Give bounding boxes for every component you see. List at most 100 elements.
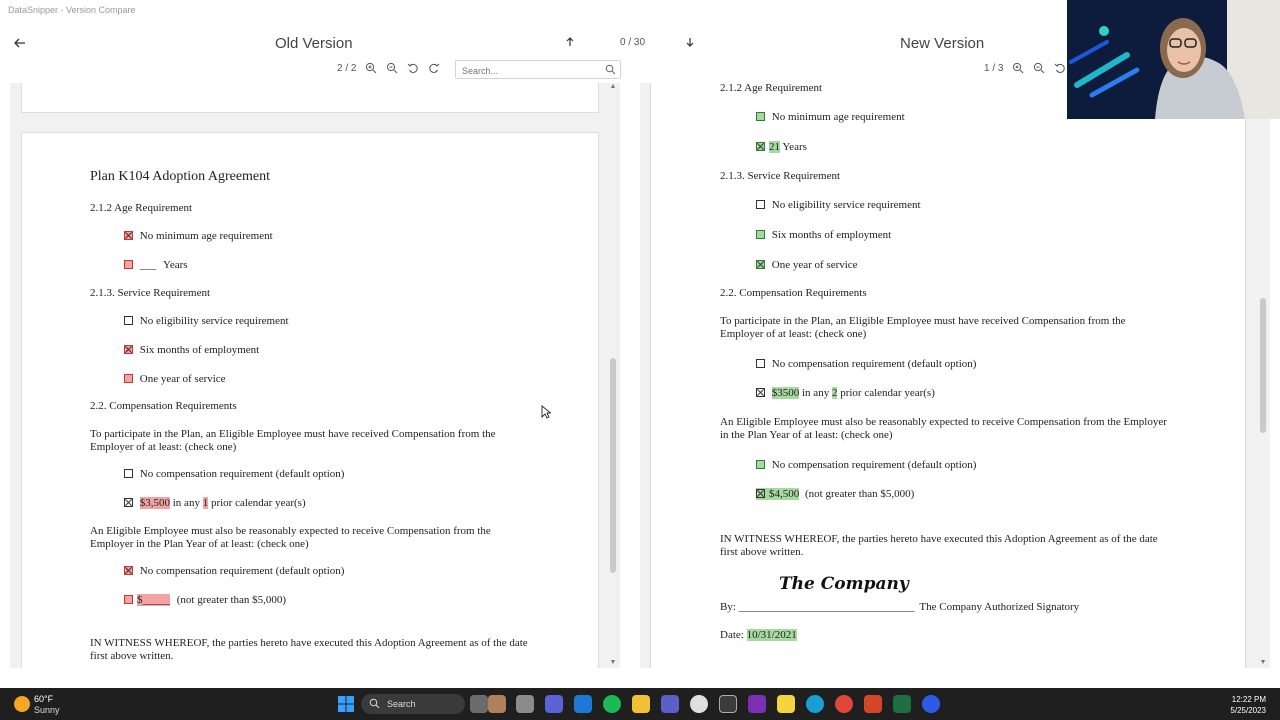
system-clock[interactable]: 12:22 PM 5/25/2023 [1230, 694, 1266, 716]
list-item: One year of service [756, 259, 858, 272]
rotate-left-icon[interactable] [1054, 62, 1066, 74]
list-item: No compensation requirement (default opt… [124, 468, 344, 481]
new-document-viewer[interactable]: 2.1.2 Age Requirement No minimum age req… [640, 83, 1270, 668]
arrow-up-icon [566, 37, 574, 46]
previous-difference-button[interactable] [566, 37, 574, 50]
search-input[interactable] [456, 62, 596, 80]
old-document-viewer[interactable]: Plan K104 Adoption Agreement 2.1.2 Age R… [10, 83, 620, 668]
old-toolbar: 2 / 2 [337, 62, 440, 74]
checkbox-added [756, 112, 765, 121]
scroll-up-arrow[interactable]: ▲ [609, 83, 617, 90]
scroll-down-arrow[interactable]: ▼ [609, 659, 617, 666]
weather-sun-icon[interactable] [14, 696, 30, 712]
section-heading: 2.1.2 Age Requirement [90, 202, 193, 214]
added-date: 10/31/2021 [746, 629, 797, 641]
windows-taskbar: 60°F Sunny Search 12:22 PM 5/25/2023 [0, 688, 1280, 720]
added-years: 21 [769, 141, 780, 153]
sticky-notes-icon[interactable] [777, 695, 795, 713]
zoom-out-icon[interactable] [1033, 62, 1045, 74]
document-page-previous [21, 83, 599, 113]
added-amount-row: $4,500 [756, 488, 800, 500]
zoom-out-icon[interactable] [386, 62, 398, 74]
app-title: DataSnipper - Version Compare [8, 5, 136, 15]
paragraph: To participate in the Plan, an Eligible … [90, 428, 496, 453]
checkbox-checked-removed [124, 345, 133, 354]
list-item: $_____ (not greater than $5,000) [124, 594, 286, 607]
removed-years-count: 1 [202, 497, 209, 509]
old-scrollbar-thumb[interactable] [610, 358, 616, 573]
removed-amount-blank: $_____ [137, 594, 170, 606]
section-heading: 2.1.3. Service Requirement [90, 287, 211, 299]
old-version-title: Old Version [275, 35, 353, 52]
datasnipper-icon[interactable] [922, 695, 940, 713]
file-explorer-icon[interactable] [632, 695, 650, 713]
list-item: No eligibility service requirement [756, 199, 921, 212]
list-item: No eligibility service requirement [124, 315, 289, 328]
chrome-icon[interactable] [835, 695, 853, 713]
paragraph: An Eligible Employee must also be reason… [90, 525, 491, 550]
scroll-down-arrow[interactable]: ▼ [1259, 659, 1267, 666]
checkbox-added [756, 460, 765, 469]
taskbar-widgets-icon[interactable] [470, 695, 488, 713]
new-scrollbar-thumb[interactable] [1260, 298, 1266, 433]
next-difference-button[interactable] [686, 37, 694, 50]
list-item: ___ Years [124, 259, 188, 272]
added-years-count: 2 [831, 387, 838, 399]
list-item: One year of service [124, 373, 226, 386]
old-scrollbar[interactable]: ▲ ▼ [609, 83, 617, 668]
checkbox-checked-added [756, 260, 765, 269]
checkbox-unchecked [756, 359, 765, 368]
zoom-in-icon[interactable] [365, 62, 377, 74]
signature-image: The Company [779, 574, 909, 594]
checkbox-unchecked [756, 200, 765, 209]
checkbox-checked-removed [124, 231, 133, 240]
arrow-left-icon [14, 38, 25, 48]
paragraph: IN WITNESS WHEREOF, the parties hereto h… [720, 533, 1158, 558]
checkbox-unchecked [124, 469, 133, 478]
excel-icon[interactable] [893, 695, 911, 713]
signature-line: By: ________________________________ The… [720, 601, 1080, 613]
checkbox-checked-added [756, 142, 765, 151]
slack-icon[interactable] [690, 695, 708, 713]
rotate-right-icon[interactable] [428, 62, 440, 74]
windows-start-icon[interactable] [337, 695, 355, 713]
chat-icon[interactable] [545, 695, 563, 713]
section-heading: 2.2. Compensation Requirements [720, 287, 867, 299]
task-view-icon[interactable] [516, 695, 534, 713]
difference-counter: 0 / 30 [620, 37, 646, 48]
webcam-overlay [1067, 0, 1280, 119]
rotate-left-icon[interactable] [407, 62, 419, 74]
list-item: $4,500 (not greater than $5,000) [756, 488, 914, 501]
list-item: Six months of employment [124, 344, 259, 357]
list-item: 21 Years [756, 141, 807, 154]
document-page: Plan K104 Adoption Agreement 2.1.2 Age R… [21, 132, 599, 668]
outlook-icon[interactable] [574, 695, 592, 713]
edge-icon[interactable] [806, 695, 824, 713]
checkbox-removed [124, 595, 133, 604]
taskbar-search[interactable]: Search [361, 694, 465, 714]
new-toolbar: 1 / 3 [984, 62, 1066, 74]
search-box[interactable] [455, 60, 621, 80]
list-item: No minimum age requirement [124, 230, 273, 243]
removed-amount: $3,500 [139, 497, 170, 509]
powerpoint-icon[interactable] [864, 695, 882, 713]
checkbox-checked [124, 498, 133, 507]
list-item: $3,500 in any 1 prior calendar year(s) [124, 497, 306, 510]
new-scrollbar[interactable]: ▼ [1259, 83, 1267, 668]
zoom-in-icon[interactable] [1012, 62, 1024, 74]
checkbox-added [756, 230, 765, 239]
taskbar-app-icon[interactable] [488, 695, 506, 713]
back-button[interactable] [14, 36, 26, 51]
snipping-tool-icon[interactable] [719, 695, 737, 713]
spotify-icon[interactable] [603, 695, 621, 713]
list-item: No compensation requirement (default opt… [756, 358, 976, 371]
checkbox-checked-added [756, 489, 765, 498]
teams-icon[interactable] [661, 695, 679, 713]
onenote-icon[interactable] [748, 695, 766, 713]
section-heading: 2.1.3. Service Requirement [720, 170, 841, 182]
new-version-title: New Version [900, 35, 985, 52]
weather-condition: Sunny [34, 705, 60, 715]
search-icon[interactable] [605, 64, 616, 75]
list-item: $3500 in any 2 prior calendar year(s) [756, 387, 935, 400]
checkbox-checked [756, 388, 765, 397]
